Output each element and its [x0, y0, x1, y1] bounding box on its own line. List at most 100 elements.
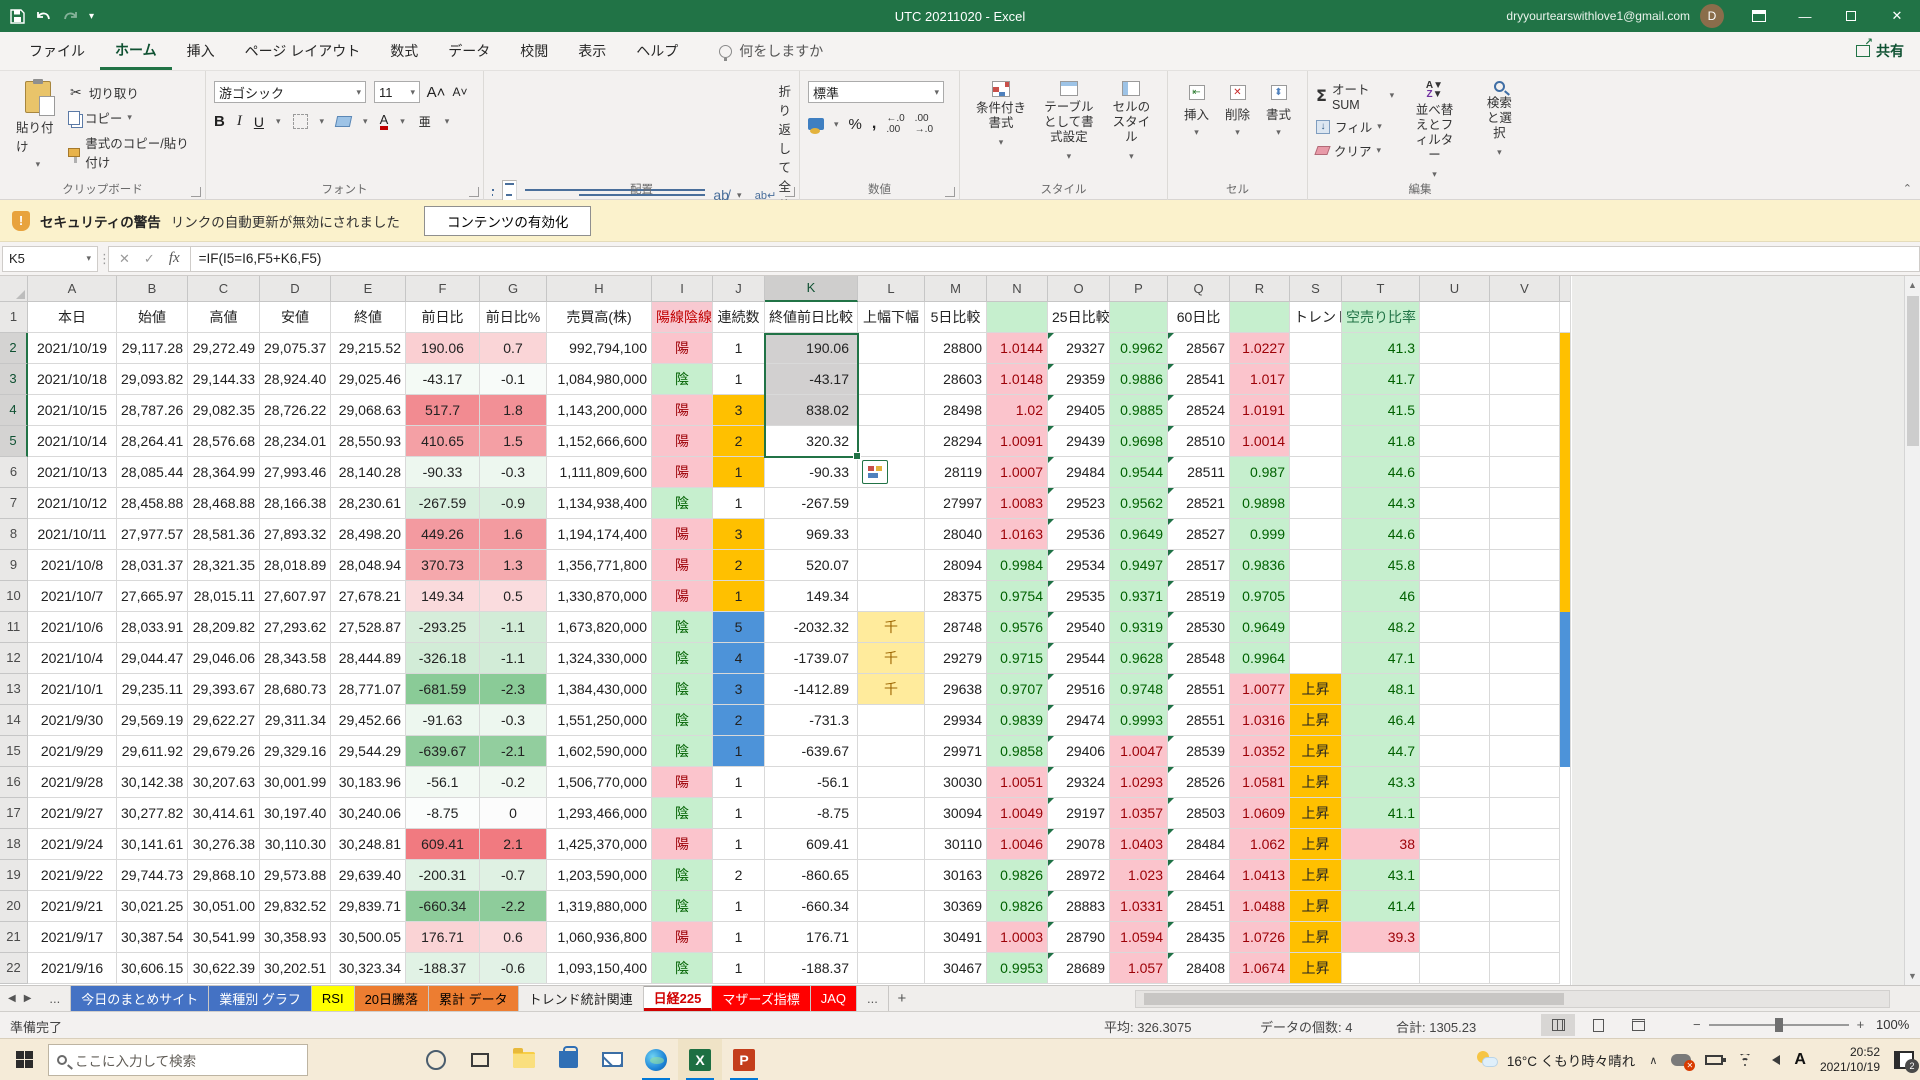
cell[interactable]: [1490, 550, 1560, 581]
cell[interactable]: 28503: [1168, 798, 1230, 829]
column-header-N[interactable]: N: [987, 276, 1048, 302]
row-header-4[interactable]: 4: [0, 395, 28, 426]
cell[interactable]: 0.9754: [987, 581, 1048, 612]
cell[interactable]: 1.0403: [1110, 829, 1168, 860]
cell[interactable]: 29,452.66: [331, 705, 406, 736]
menu-tab-校閲[interactable]: 校閲: [505, 32, 563, 70]
cell[interactable]: 2021/10/8: [28, 550, 117, 581]
cell[interactable]: 2021/10/6: [28, 612, 117, 643]
cell[interactable]: -8.75: [406, 798, 480, 829]
cell[interactable]: 2021/9/16: [28, 953, 117, 984]
cell[interactable]: 28119: [925, 457, 987, 488]
column-header-L[interactable]: L: [858, 276, 925, 302]
cell[interactable]: [858, 364, 925, 395]
cell[interactable]: 28484: [1168, 829, 1230, 860]
cell[interactable]: 27,607.97: [260, 581, 331, 612]
ribbon-display-options-icon[interactable]: [1736, 0, 1782, 32]
row-header-7[interactable]: 7: [0, 488, 28, 519]
cell[interactable]: 1.0007: [987, 457, 1048, 488]
cell[interactable]: 29,839.71: [331, 891, 406, 922]
cell[interactable]: 0.9707: [987, 674, 1048, 705]
cell[interactable]: 2021/10/14: [28, 426, 117, 457]
cell[interactable]: 1,324,330,000: [547, 643, 652, 674]
redo-icon[interactable]: [62, 9, 79, 23]
cell[interactable]: 0.9826: [987, 860, 1048, 891]
cell[interactable]: 27,665.97: [117, 581, 188, 612]
maximize-button[interactable]: [1828, 0, 1874, 32]
cell[interactable]: 176.71: [765, 922, 858, 953]
cell[interactable]: [858, 922, 925, 953]
cell[interactable]: 28551: [1168, 705, 1230, 736]
cell[interactable]: -0.2: [480, 767, 547, 798]
sheet-tab-業種別 グラフ[interactable]: 業種別 グラフ: [209, 986, 312, 1011]
sheet-tab-RSI[interactable]: RSI: [312, 986, 355, 1011]
cell[interactable]: -2.1: [480, 736, 547, 767]
cell[interactable]: 46.4: [1342, 705, 1420, 736]
cell[interactable]: 29,082.35: [188, 395, 260, 426]
cell[interactable]: [1490, 581, 1560, 612]
cell[interactable]: -43.17: [765, 364, 858, 395]
column-header-U[interactable]: U: [1420, 276, 1490, 302]
cell[interactable]: -1412.89: [765, 674, 858, 705]
cell[interactable]: 2021/10/18: [28, 364, 117, 395]
cell[interactable]: 28,787.26: [117, 395, 188, 426]
cell[interactable]: 0.987: [1230, 457, 1290, 488]
cell[interactable]: 1.0144: [987, 333, 1048, 364]
cell[interactable]: 0.9858: [987, 736, 1048, 767]
cell[interactable]: 48.2: [1342, 612, 1420, 643]
cell[interactable]: 1.0191: [1230, 395, 1290, 426]
cell[interactable]: 2021/9/22: [28, 860, 117, 891]
clipboard-dialog-launcher-icon[interactable]: [191, 187, 201, 197]
cell[interactable]: [1490, 395, 1560, 426]
cell[interactable]: 28748: [925, 612, 987, 643]
zoom-slider[interactable]: [1709, 1024, 1849, 1026]
ime-indicator[interactable]: A: [1794, 1051, 1806, 1069]
cell[interactable]: [1490, 829, 1560, 860]
cell[interactable]: 2: [713, 860, 765, 891]
cell[interactable]: 30,202.51: [260, 953, 331, 984]
cell[interactable]: [1420, 891, 1490, 922]
powerpoint-button[interactable]: P: [722, 1039, 766, 1080]
cell[interactable]: [1490, 643, 1560, 674]
cell[interactable]: 609.41: [406, 829, 480, 860]
sheet-tab-今日のまとめサイト[interactable]: 今日のまとめサイト: [71, 986, 209, 1011]
cell[interactable]: 30,541.99: [188, 922, 260, 953]
cell[interactable]: 29439: [1048, 426, 1110, 457]
italic-button[interactable]: I: [237, 113, 242, 130]
cell[interactable]: 0.9715: [987, 643, 1048, 674]
cell[interactable]: 上昇: [1290, 674, 1342, 705]
cell[interactable]: [1290, 550, 1342, 581]
cell[interactable]: 1.0148: [987, 364, 1048, 395]
menu-tab-表示[interactable]: 表示: [563, 32, 621, 70]
network-icon[interactable]: [1737, 1054, 1753, 1066]
paste-button[interactable]: 貼り付け▾: [8, 77, 68, 174]
cell[interactable]: 28526: [1168, 767, 1230, 798]
close-button[interactable]: ✕: [1874, 0, 1920, 32]
cell[interactable]: 1,356,771,800: [547, 550, 652, 581]
cell[interactable]: 46: [1342, 581, 1420, 612]
cell[interactable]: 47.1: [1342, 643, 1420, 674]
cell[interactable]: 陰: [652, 705, 713, 736]
cell[interactable]: 28,576.68: [188, 426, 260, 457]
horizontal-scrollbar[interactable]: [1135, 990, 1890, 1008]
cell[interactable]: 41.3: [1342, 333, 1420, 364]
task-view-button[interactable]: [458, 1039, 502, 1080]
normal-view-button[interactable]: [1541, 1014, 1575, 1036]
cell[interactable]: -56.1: [765, 767, 858, 798]
cell[interactable]: 28517: [1168, 550, 1230, 581]
store-button[interactable]: [546, 1039, 590, 1080]
column-header-F[interactable]: F: [406, 276, 480, 302]
cell[interactable]: 28,458.88: [117, 488, 188, 519]
cell[interactable]: 2: [713, 426, 765, 457]
cell[interactable]: [1420, 581, 1490, 612]
cell[interactable]: 1.062: [1230, 829, 1290, 860]
cell[interactable]: 1.0227: [1230, 333, 1290, 364]
cell[interactable]: 1: [713, 581, 765, 612]
cell[interactable]: 44.3: [1342, 488, 1420, 519]
cell[interactable]: 30,141.61: [117, 829, 188, 860]
cell[interactable]: 1: [713, 457, 765, 488]
cell[interactable]: 上昇: [1290, 860, 1342, 891]
sort-filter-button[interactable]: A▼Z▼ 並べ替えとフィルター▾: [1404, 77, 1465, 186]
cell[interactable]: 1,152,666,600: [547, 426, 652, 457]
cell[interactable]: [1420, 457, 1490, 488]
